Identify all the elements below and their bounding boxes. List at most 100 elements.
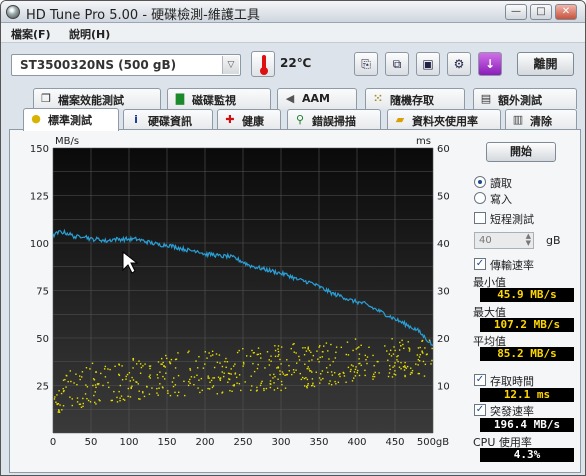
drive-select[interactable]: ST3500320NS (500 gB) ▽ bbox=[11, 54, 241, 76]
access-time-point bbox=[71, 404, 73, 407]
short-test-size-stepper[interactable]: 40 ▲ ▼ bbox=[474, 232, 534, 249]
access-time-point bbox=[320, 379, 322, 381]
access-time-point bbox=[330, 343, 332, 346]
tab-aam[interactable]: ◀ AAM bbox=[277, 88, 357, 109]
access-time-point bbox=[130, 386, 132, 389]
access-time-point bbox=[396, 355, 398, 358]
access-time-point bbox=[431, 359, 433, 362]
access-time-point bbox=[98, 399, 100, 401]
access-time-point bbox=[347, 354, 350, 356]
y-left-tick-label: 125 bbox=[30, 192, 49, 203]
tab-disk-monitor[interactable]: ▇ 磁碟監視 bbox=[167, 88, 271, 109]
access-time-point bbox=[236, 351, 239, 354]
access-time-point bbox=[156, 392, 158, 394]
access-time-point bbox=[309, 370, 311, 372]
transfer-rate-label: 傳輸速率 bbox=[490, 259, 534, 272]
access-time-point bbox=[318, 346, 320, 348]
access-time-point bbox=[394, 362, 396, 364]
read-radio[interactable] bbox=[474, 176, 486, 188]
menu-help[interactable]: 說明(H) bbox=[69, 26, 110, 42]
access-time-point bbox=[95, 371, 97, 373]
tab-extra-tests[interactable]: ▤ 額外測試 bbox=[473, 88, 577, 109]
short-test-checkbox[interactable] bbox=[474, 212, 486, 224]
access-time-point bbox=[139, 398, 141, 400]
benchmark-panel: 0 50 100 150 200 250 300 350 400 450 500gB 150 125 10… bbox=[9, 129, 581, 473]
access-time-point bbox=[200, 377, 203, 380]
copy-icon[interactable]: ⎘ bbox=[354, 52, 378, 76]
access-time-point bbox=[328, 382, 330, 385]
tab-error-scan[interactable]: ⚲ 錯誤掃描 bbox=[287, 109, 381, 130]
access-time-point bbox=[422, 352, 424, 354]
access-time-point bbox=[249, 355, 252, 357]
access-time-point bbox=[85, 384, 87, 386]
tab-info[interactable]: i 硬碟資訊 bbox=[123, 109, 213, 130]
access-time-point bbox=[197, 387, 199, 389]
access-time-point bbox=[332, 360, 334, 363]
access-time-point bbox=[209, 381, 211, 383]
transfer-rate-checkbox[interactable]: ✓ bbox=[474, 258, 486, 270]
cpu-usage-value: 4.3% bbox=[480, 448, 574, 462]
app-window: HD Tune Pro 5.00 - 硬碟檢測-維護工具 — □ ✕ 檔案(F)… bbox=[0, 0, 586, 476]
access-time-point bbox=[291, 373, 293, 376]
min-value: 45.9 MB/s bbox=[480, 288, 574, 302]
access-time-point bbox=[114, 365, 116, 368]
access-time-point bbox=[270, 360, 272, 362]
burst-rate-checkbox[interactable]: ✓ bbox=[474, 404, 486, 416]
access-time-point bbox=[330, 384, 333, 386]
paste-icon[interactable]: ⧉ bbox=[385, 52, 409, 76]
access-time-point bbox=[118, 390, 120, 393]
access-time-point bbox=[122, 398, 125, 401]
access-time-point bbox=[276, 387, 279, 389]
start-button[interactable]: 開始 bbox=[486, 142, 556, 162]
access-time-point bbox=[184, 394, 186, 397]
access-time-point bbox=[189, 382, 191, 384]
access-time-point bbox=[53, 398, 56, 400]
y-right-tick-label: 40 bbox=[437, 239, 450, 250]
minimize-button[interactable]: — bbox=[505, 4, 527, 20]
access-time-point bbox=[216, 393, 219, 395]
exit-button[interactable]: 離開 bbox=[517, 52, 574, 76]
x-tick-label: 200 bbox=[195, 437, 214, 448]
save-icon[interactable]: ▣ bbox=[416, 52, 440, 76]
access-time-point bbox=[119, 397, 121, 399]
menu-file[interactable]: 檔案(F) bbox=[11, 26, 51, 42]
burst-rate-value: 196.4 MB/s bbox=[480, 418, 574, 432]
close-button[interactable]: ✕ bbox=[555, 4, 577, 20]
short-test-size-value: 40 bbox=[479, 235, 492, 246]
tab-benchmark[interactable]: ● 標準測試 bbox=[23, 108, 119, 131]
access-time-checkbox[interactable]: ✓ bbox=[474, 374, 486, 386]
stepper-arrows-icon[interactable]: ▲ ▼ bbox=[526, 233, 531, 247]
access-time-point bbox=[343, 375, 346, 377]
access-time-point bbox=[277, 367, 280, 369]
access-time-point bbox=[54, 396, 56, 398]
access-time-point bbox=[330, 371, 333, 373]
access-time-point bbox=[304, 347, 306, 349]
x-tick-label: 150 bbox=[157, 437, 176, 448]
access-time-point bbox=[102, 384, 104, 387]
access-time-point bbox=[212, 385, 215, 387]
access-time-point bbox=[129, 396, 132, 398]
access-time-point bbox=[230, 368, 232, 370]
avg-value: 85.2 MB/s bbox=[480, 347, 574, 361]
options-icon[interactable]: ⚙ bbox=[447, 52, 471, 76]
tab-erase[interactable]: ▥ 清除 bbox=[505, 109, 577, 130]
access-time-point bbox=[270, 383, 272, 385]
tab-random-access[interactable]: ⁙ 隨機存取 bbox=[365, 88, 465, 109]
access-time-point bbox=[244, 381, 246, 383]
maximize-button[interactable]: □ bbox=[530, 4, 552, 20]
access-time-point bbox=[207, 375, 209, 377]
download-icon[interactable]: ↓ bbox=[478, 52, 502, 76]
access-time-point bbox=[260, 357, 262, 359]
access-time-point bbox=[312, 354, 315, 357]
tab-file-benchmark[interactable]: ❒ 檔案效能測試 bbox=[33, 88, 161, 109]
write-radio[interactable] bbox=[474, 192, 486, 204]
access-time-point bbox=[355, 348, 357, 350]
tab-folder-usage[interactable]: ▰ 資料夾使用率 bbox=[387, 109, 501, 130]
tab-health[interactable]: ✚ 健康 bbox=[217, 109, 281, 130]
chevron-down-icon[interactable]: ▽ bbox=[222, 56, 239, 74]
access-time-point bbox=[100, 372, 102, 375]
access-time-point bbox=[189, 378, 191, 381]
access-time-point bbox=[311, 378, 314, 380]
access-time-point bbox=[213, 366, 216, 369]
access-time-point bbox=[183, 380, 185, 383]
